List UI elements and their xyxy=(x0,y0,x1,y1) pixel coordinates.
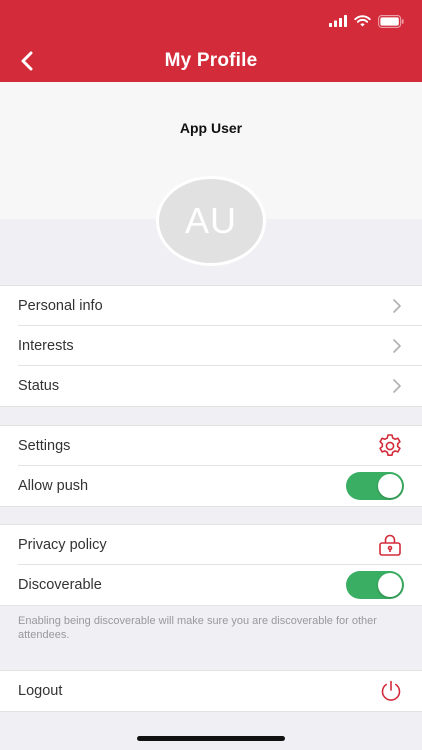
personal-info-row[interactable]: Personal info xyxy=(0,286,422,326)
discoverable-note: Enabling being discoverable will make su… xyxy=(18,615,377,641)
signal-icon xyxy=(329,15,347,27)
status-label: Status xyxy=(18,378,60,394)
settings-row[interactable]: Settings xyxy=(0,426,422,466)
profile-screen: My Profile App User AU Personal info Int… xyxy=(0,0,422,750)
chevron-right-icon xyxy=(393,379,401,393)
logout-row[interactable]: Logout xyxy=(0,671,422,711)
avatar-initials: AU xyxy=(184,200,237,241)
app-header: My Profile xyxy=(0,0,422,82)
gear-icon xyxy=(379,434,401,456)
settings-group: Settings Allow push xyxy=(0,425,422,507)
battery-icon xyxy=(378,14,404,28)
avatar[interactable]: AU xyxy=(156,176,266,266)
toggle-knob xyxy=(378,573,402,597)
discoverable-label: Discoverable xyxy=(18,577,102,593)
personal-info-label: Personal info xyxy=(18,298,103,314)
interests-row[interactable]: Interests xyxy=(0,325,422,366)
allow-push-label: Allow push xyxy=(18,478,89,494)
privacy-policy-row[interactable]: Privacy policy xyxy=(0,525,422,565)
status-row[interactable]: Status xyxy=(0,365,422,406)
chevron-right-icon xyxy=(393,339,401,353)
power-icon xyxy=(381,680,401,701)
privacy-group: Privacy policy Discoverable xyxy=(0,524,422,606)
discoverable-toggle[interactable] xyxy=(346,571,404,599)
allow-push-toggle[interactable] xyxy=(346,472,404,500)
allow-push-row: Allow push xyxy=(0,465,422,506)
discoverable-row: Discoverable xyxy=(0,564,422,605)
logout-group: Logout xyxy=(0,670,422,712)
lock-icon xyxy=(379,534,401,556)
interests-label: Interests xyxy=(18,338,74,354)
status-bar xyxy=(329,13,404,29)
user-name: App User xyxy=(179,120,243,136)
page-title: My Profile xyxy=(164,50,258,71)
toggle-knob xyxy=(378,474,402,498)
settings-label: Settings xyxy=(18,438,71,454)
logout-label: Logout xyxy=(18,683,63,699)
privacy-policy-label: Privacy policy xyxy=(18,537,107,553)
home-indicator[interactable] xyxy=(137,736,285,741)
wifi-icon xyxy=(354,15,371,27)
chevron-right-icon xyxy=(393,299,401,313)
info-group: Personal info Interests Status xyxy=(0,285,422,407)
